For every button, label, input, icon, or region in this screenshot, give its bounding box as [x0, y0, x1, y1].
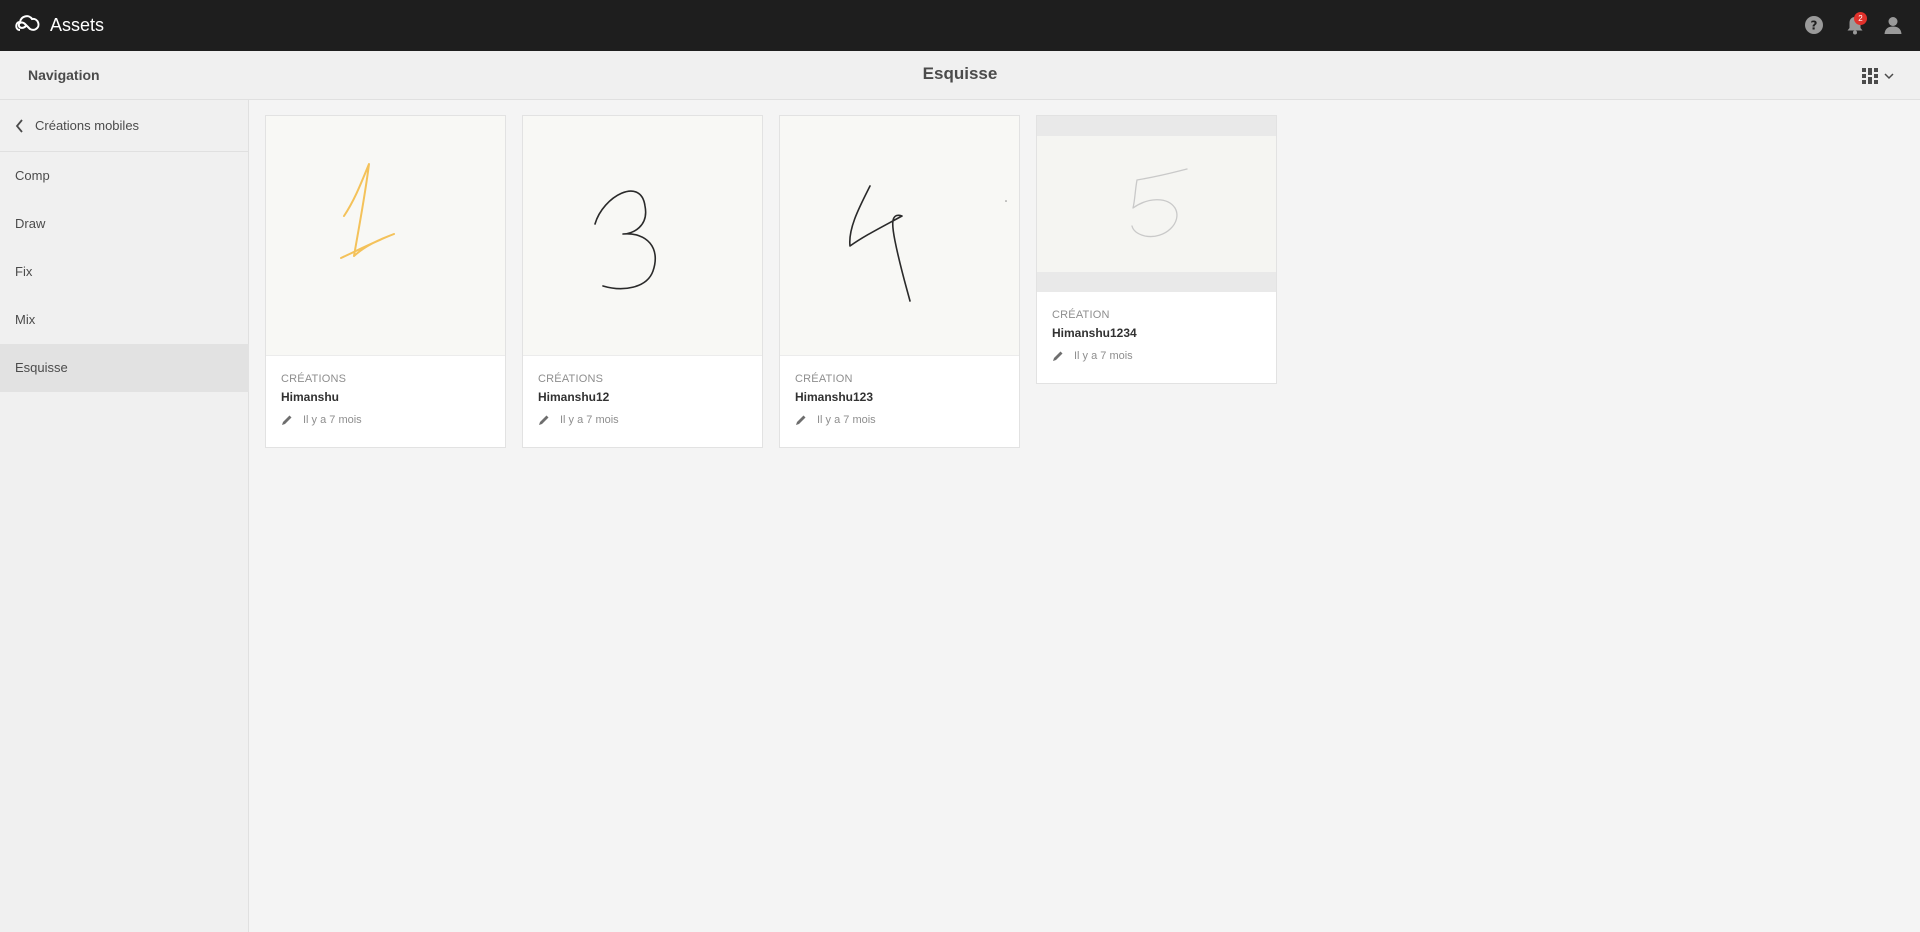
- app-title[interactable]: Assets: [50, 14, 104, 36]
- asset-card[interactable]: CRÉATION Himanshu123 Il y a 7 mois: [779, 115, 1020, 448]
- back-link[interactable]: Créations mobiles: [0, 100, 249, 152]
- notification-badge[interactable]: 2: [1854, 12, 1867, 25]
- sidebar: Créations mobiles Comp Draw Fix Mix Esqu…: [0, 100, 249, 932]
- sidebar-item-comp[interactable]: Comp: [0, 152, 249, 200]
- pencil-icon: [1053, 351, 1063, 361]
- asset-modified-time: Il y a 7 mois: [1074, 350, 1133, 362]
- asset-modified-time: Il y a 7 mois: [560, 414, 619, 426]
- pencil-icon: [539, 415, 549, 425]
- help-icon[interactable]: ?: [1803, 14, 1825, 36]
- top-bar: Assets ? 2: [0, 0, 1920, 51]
- asset-card[interactable]: CRÉATIONS Himanshu12 Il y a 7 mois: [522, 115, 763, 448]
- sidebar-item-mix[interactable]: Mix: [0, 296, 249, 344]
- asset-name[interactable]: Himanshu123: [795, 390, 1004, 404]
- sidebar-item-esquisse[interactable]: Esquisse: [0, 344, 249, 392]
- asset-card[interactable]: CRÉATION Himanshu1234 Il y a 7 mois: [1036, 115, 1277, 384]
- asset-name[interactable]: Himanshu12: [538, 390, 747, 404]
- sketch-three: [594, 190, 657, 290]
- asset-modified-time: Il y a 7 mois: [303, 414, 362, 426]
- asset-kind: CRÉATIONS: [538, 373, 604, 385]
- asset-kind: CRÉATION: [1052, 309, 1110, 321]
- asset-kind: CRÉATIONS: [281, 373, 347, 385]
- asset-thumbnail: [266, 116, 505, 356]
- asset-card[interactable]: CRÉATIONS Himanshu Il y a 7 mois: [265, 115, 506, 448]
- sketch-four: [849, 185, 1007, 302]
- asset-kind: CRÉATION: [795, 373, 853, 385]
- asset-name[interactable]: Himanshu1234: [1052, 326, 1261, 340]
- sub-header: Navigation Esquisse: [0, 51, 1920, 100]
- sidebar-item-fix[interactable]: Fix: [0, 248, 249, 296]
- asset-name[interactable]: Himanshu: [281, 390, 490, 404]
- svg-text:?: ?: [1811, 19, 1818, 33]
- user-icon[interactable]: [1882, 14, 1904, 36]
- asset-thumbnail: [780, 116, 1019, 356]
- chevron-left-icon: [15, 118, 23, 133]
- chevron-down-icon: [1884, 73, 1894, 80]
- back-link-label: Créations mobiles: [35, 118, 140, 133]
- grid-view-icon: [1862, 68, 1878, 84]
- view-switcher[interactable]: [1862, 65, 1904, 87]
- sketch-five: [1131, 168, 1188, 238]
- asset-thumbnail: [1037, 116, 1276, 292]
- sketch-one: [340, 163, 395, 259]
- asset-modified-time: Il y a 7 mois: [817, 414, 876, 426]
- page-title: Esquisse: [922, 64, 998, 83]
- nav-list: Comp Draw Fix Mix Esquisse: [0, 152, 249, 392]
- pencil-icon: [796, 415, 806, 425]
- creative-cloud-icon[interactable]: [14, 13, 40, 33]
- sidebar-item-draw[interactable]: Draw: [0, 200, 249, 248]
- pencil-icon: [282, 415, 292, 425]
- asset-thumbnail: [523, 116, 762, 356]
